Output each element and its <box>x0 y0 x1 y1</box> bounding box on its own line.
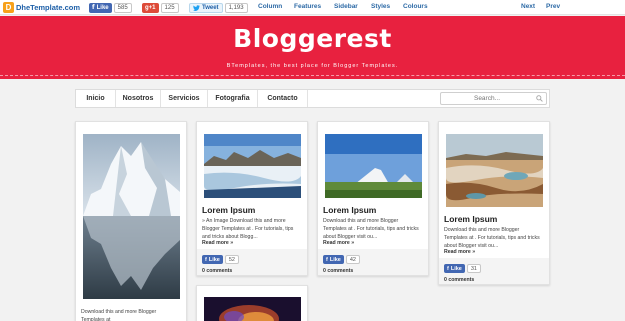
facebook-like-label: Like <box>96 4 109 11</box>
facebook-icon: f <box>92 4 95 11</box>
facebook-like-button[interactable]: f Like <box>89 2 112 13</box>
post-comments-link[interactable]: 0 comments <box>323 268 353 274</box>
post-card: Lorem Ipsum Download this and more Blogg… <box>317 121 429 276</box>
post-card: Lorem Ipsum » An Image Download this and… <box>196 121 308 276</box>
menu-item-contacto[interactable]: Contacto <box>258 90 308 107</box>
post-card: Lorem Ipsum Download this and more Blogg… <box>438 121 550 285</box>
gplus-share: g+1 125 <box>142 2 179 13</box>
post-card <box>196 285 308 321</box>
gplus-button[interactable]: g+1 <box>142 2 159 13</box>
site-title[interactable]: Bloggerest <box>0 24 625 53</box>
post-excerpt: Download this and more Blogger Templates… <box>81 309 157 321</box>
post-like-label: Like <box>450 265 462 272</box>
topnav-sidebar[interactable]: Sidebar <box>334 3 358 10</box>
facebook-like-count: 585 <box>113 2 132 13</box>
post-title[interactable]: Lorem Ipsum <box>323 205 376 215</box>
prev-link[interactable]: Prev <box>546 3 560 10</box>
twitter-share: Tweet 1,193 <box>189 2 248 13</box>
twitter-bird-icon <box>193 4 200 11</box>
post-excerpt: Download this and more Blogger Templates… <box>323 218 419 240</box>
tweet-label: Tweet <box>202 4 219 11</box>
post-like: f Like 52 <box>202 255 239 264</box>
topnav-features[interactable]: Features <box>294 3 321 10</box>
tweet-count: 1,193 <box>224 2 248 13</box>
brand-name: DheTemplate.com <box>16 3 81 12</box>
site-description: BTemplates, the best place for Blogger T… <box>226 63 399 69</box>
gplus-count: 125 <box>160 2 179 13</box>
post-like-button[interactable]: f Like <box>444 264 465 273</box>
post-card: Download this and more Blogger Templates… <box>75 121 187 321</box>
topnav-styles[interactable]: Styles <box>371 3 390 10</box>
post-like-count: 52 <box>224 255 239 264</box>
next-link[interactable]: Next <box>521 3 535 10</box>
facebook-icon: f <box>205 256 207 263</box>
menu-item-servicios[interactable]: Servicios <box>161 90 208 107</box>
menu-item-inicio[interactable]: Inicio <box>76 90 116 107</box>
search-input[interactable] <box>441 93 533 104</box>
post-thumbnail-glacier[interactable] <box>204 134 301 198</box>
brand-link[interactable]: D DheTemplate.com <box>3 2 80 13</box>
post-thumbnail-nebula[interactable] <box>204 297 301 321</box>
menu-item-fotografia[interactable]: Fotografia <box>208 90 258 107</box>
facebook-share: f Like 585 <box>89 2 132 13</box>
post-thumbnail-volcano[interactable] <box>325 134 422 198</box>
post-comments-link[interactable]: 0 comments <box>202 268 232 274</box>
post-thumbnail-hot-springs[interactable] <box>446 134 543 207</box>
brand-logo-icon: D <box>3 2 14 13</box>
read-more-link[interactable]: Read more » <box>202 240 233 246</box>
post-like: f Like 42 <box>323 255 360 264</box>
topnav-column[interactable]: Column <box>258 3 282 10</box>
main-menu: Inicio Nosotros Servicios Fotografia Con… <box>75 89 550 108</box>
post-like-count: 31 <box>466 264 481 273</box>
top-bar: D DheTemplate.com f Like 585 g+1 125 Twe… <box>0 0 625 15</box>
post-excerpt: Download this and more Blogger Templates… <box>444 227 540 249</box>
search-icon[interactable] <box>536 95 543 102</box>
post-like-label: Like <box>208 256 220 263</box>
menu-item-nosotros[interactable]: Nosotros <box>116 90 161 107</box>
search-box <box>440 92 547 105</box>
read-more-link[interactable]: Read more » <box>444 249 475 255</box>
facebook-icon: f <box>447 265 449 272</box>
post-like-label: Like <box>329 256 341 263</box>
site-header: Bloggerest BTemplates, the best place fo… <box>0 16 625 79</box>
post-like: f Like 31 <box>444 264 481 273</box>
facebook-icon: f <box>326 256 328 263</box>
topnav-colours[interactable]: Colours <box>403 3 428 10</box>
post-like-button[interactable]: f Like <box>202 255 223 264</box>
post-title[interactable]: Lorem Ipsum <box>202 205 255 215</box>
post-title[interactable]: Lorem Ipsum <box>444 214 497 224</box>
post-like-count: 42 <box>345 255 360 264</box>
post-excerpt: » An Image Download this and more Blogge… <box>202 218 294 240</box>
post-comments-link[interactable]: 0 comments <box>444 277 474 283</box>
post-like-button[interactable]: f Like <box>323 255 344 264</box>
post-thumbnail-iceberg[interactable] <box>83 134 180 299</box>
read-more-link[interactable]: Read more » <box>323 240 354 246</box>
tweet-button[interactable]: Tweet <box>189 2 223 13</box>
